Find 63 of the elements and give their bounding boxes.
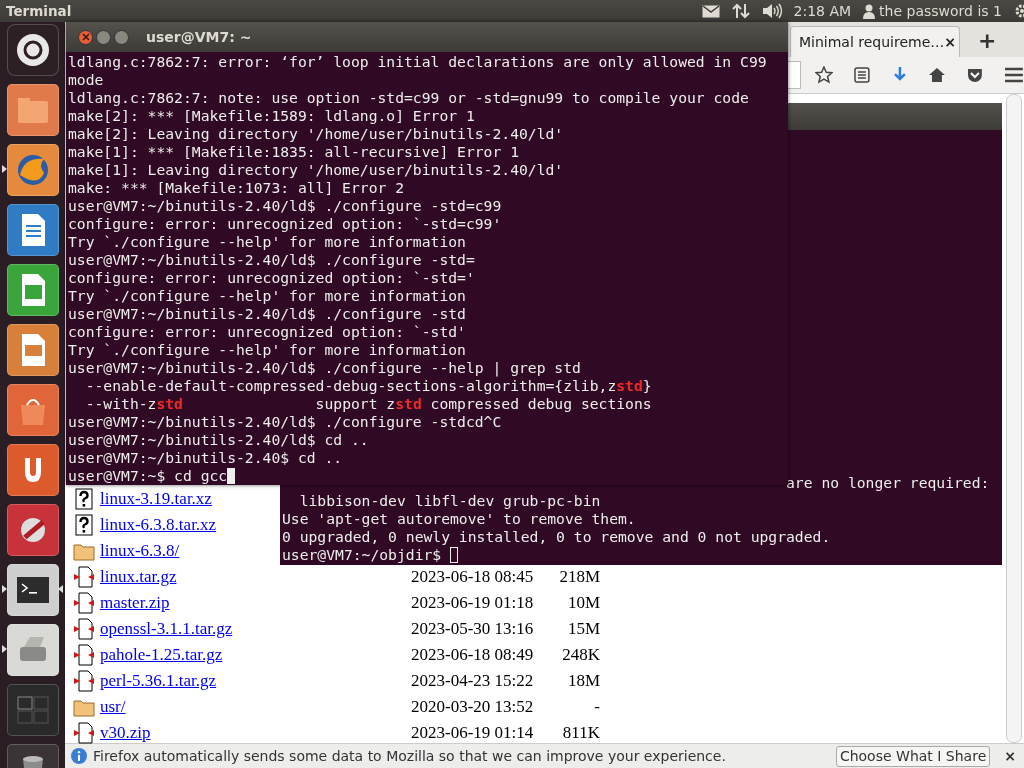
terminal-line: user@VM7:~$ cd gcc — [68, 467, 786, 485]
terminal-line: are no longer required: — [785, 474, 990, 492]
file-size: - — [593, 697, 600, 717]
file-link[interactable]: pahole-1.25.tar.gz — [100, 645, 223, 664]
terminal-line: make[1]: Leaving directory '/home/user/binutils-2.40/ld' — [68, 161, 565, 179]
terminal-line: make[2]: *** [Makefile:1589: ldlang.o] Error 1 — [68, 107, 476, 125]
terminal-line: user@VM7:~/binutils-2.40$ cd .. — [68, 449, 344, 467]
file-size: 218M — [558, 567, 600, 587]
terminal-line: user@VM7:~/objdir$ — [282, 546, 1000, 564]
file-link[interactable]: usr/ — [100, 697, 126, 716]
modified-date: 2023-06-18 08:45 — [411, 567, 535, 587]
new-tab-button[interactable]: + — [968, 28, 1007, 57]
tab-close-button[interactable]: × — [944, 34, 957, 50]
file-size: 248K — [561, 645, 600, 665]
terminal-line: ldlang.c:7862:7: error: ‘for’ loop initial declarations are only allowed in C99 — [68, 53, 768, 71]
notification-text: Firefox automatically sends some data to Mozilla so that we can improve your experience. — [93, 748, 727, 764]
terminal-line: --with-zstd support zstd compressed debug sections — [84, 395, 653, 413]
terminal-line: make: *** [Makefile:1073: all] Error 2 — [68, 179, 406, 197]
file-link[interactable]: linux-6.3.8.tar.xz — [100, 515, 217, 534]
terminal-line: user@VM7:~/binutils-2.40/ld$ ./configure --help | grep std — [68, 359, 582, 377]
file-link[interactable]: master.zip — [100, 593, 170, 612]
terminal-line: configure: error: unrecognized option: `-std=c99' — [68, 215, 503, 233]
terminal-line: libbison-dev libfl-dev grub-pc-bin — [298, 492, 602, 510]
terminal-line: make[1]: *** [Makefile:1835: all-recursive] Error 1 — [68, 143, 520, 161]
terminal-line: Try `./configure --help' for more information — [68, 233, 467, 251]
choose-share-button[interactable]: Choose What I Share — [835, 745, 991, 767]
terminal-line: make[2]: Leaving directory '/home/user/binutils-2.40/ld' — [68, 125, 565, 143]
modified-date: 2023-06-18 08:49 — [411, 645, 535, 665]
file-link[interactable]: openssl-3.1.1.tar.gz — [100, 619, 233, 638]
modified-date: 2023-04-23 15:22 — [411, 671, 535, 691]
terminal-line: --enable-default-compressed-debug-sections-algorithm={zlib,zstd} — [84, 377, 653, 395]
browser-tab[interactable]: Minimal requireme…× — [790, 26, 960, 57]
file-link[interactable]: linux.tar.gz — [100, 567, 177, 586]
file-link[interactable]: v30.zip — [100, 723, 151, 742]
file-size: 15M — [566, 619, 600, 639]
file-link[interactable]: perl-5.36.1.tar.gz — [100, 671, 217, 690]
window-title: user@VM7: ~ — [146, 29, 252, 45]
terminal-line: Try `./configure --help' for more information — [68, 341, 467, 359]
terminal-line: user@VM7:~/binutils-2.40/ld$ cd .. — [68, 431, 370, 449]
file-size: 18M — [566, 671, 600, 691]
terminal-line: Use 'apt-get autoremove' to remove them. — [282, 510, 637, 528]
terminal-line: Try `./configure --help' for more information — [68, 287, 467, 305]
terminal-line: user@VM7:~/binutils-2.40/ld$ ./configure -std= — [68, 251, 476, 269]
close-button[interactable]: × — [996, 748, 1018, 764]
modified-date: 2023-05-30 13:16 — [411, 619, 535, 639]
user-name[interactable]: the password is 1 — [879, 3, 1002, 19]
app-title: Terminal — [5, 3, 72, 19]
modified-date: 2023-06-19 01:18 — [411, 593, 535, 613]
terminal-line: user@VM7:~/binutils-2.40/ld$ ./configure -std — [68, 305, 467, 323]
terminal-line: user@VM7:~/binutils-2.40/ld$ ./configure -stdcd^C — [68, 413, 503, 431]
file-size: 10M — [566, 593, 600, 613]
file-size: 811K — [561, 723, 600, 743]
modified-date: 2023-06-19 01:14 — [411, 723, 535, 743]
clock[interactable]: 2:18 AM — [793, 3, 852, 19]
terminal-line: mode — [68, 71, 105, 89]
terminal-line: configure: error: unrecognized option: `-std=' — [68, 269, 476, 287]
terminal-line: user@VM7:~/binutils-2.40/ld$ ./configure -std=c99 — [68, 197, 503, 215]
terminal-line: configure: error: unrecognized option: `-std' — [68, 323, 467, 341]
modified-date: 2020-03-20 13:52 — [411, 697, 535, 717]
file-link[interactable]: linux-3.19.tar.xz — [100, 489, 212, 508]
terminal-line: ldlang.c:7862:7: note: use option -std=c99 or -std=gnu99 to compile your code — [68, 89, 750, 107]
file-link[interactable]: linux-6.3.8/ — [100, 541, 180, 560]
terminal-line: 0 upgraded, 0 newly installed, 0 to remove and 0 not upgraded. — [282, 528, 832, 546]
